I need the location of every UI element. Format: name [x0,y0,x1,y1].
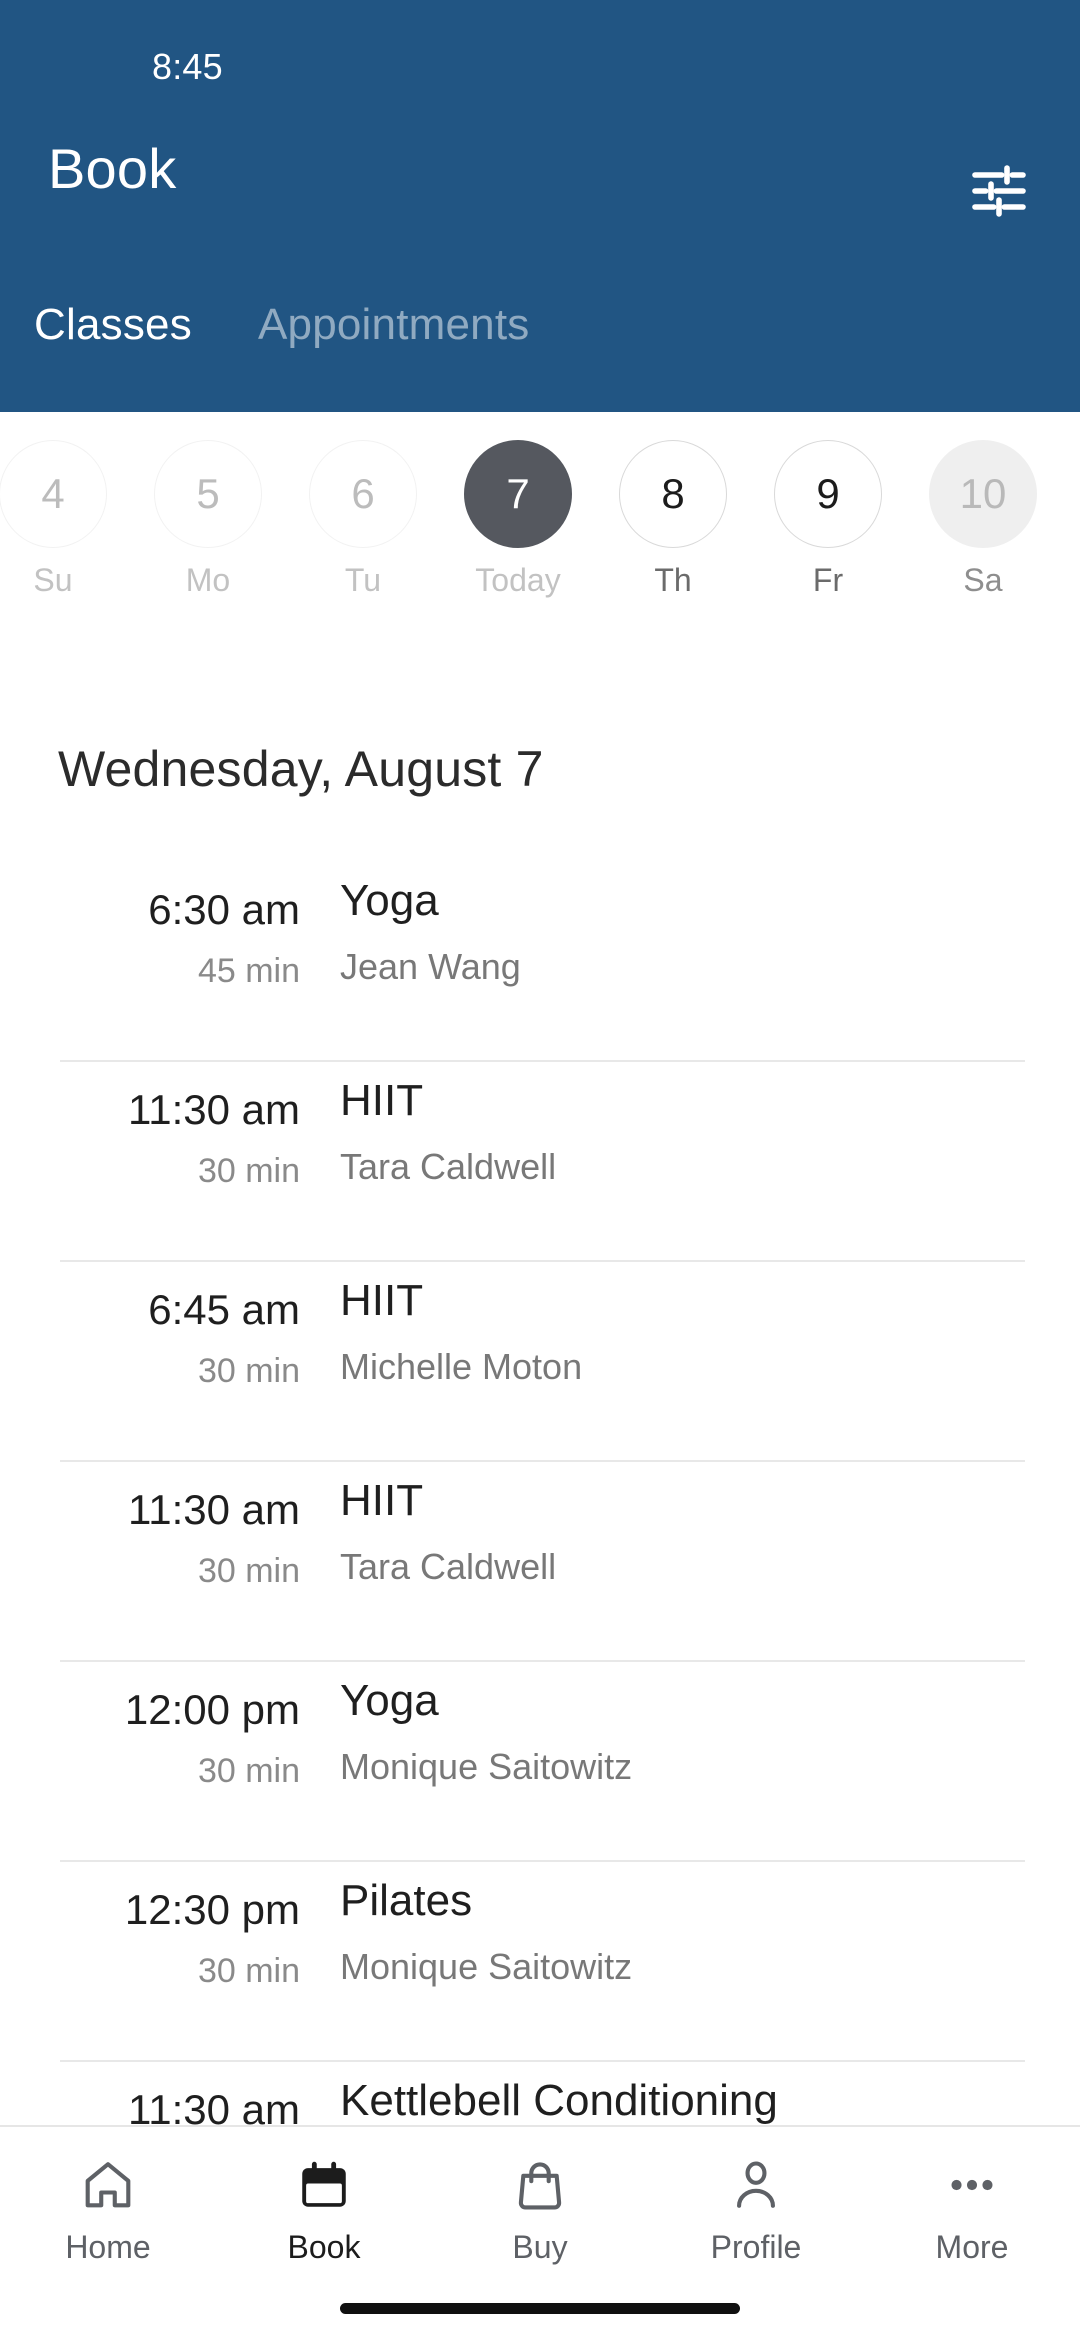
class-name: Yoga [340,1676,439,1725]
date-selector-strip[interactable]: 4 Su 5 Mo 6 Tu 7 Today 8 Th 9 Fr 10 Sa [0,412,1080,662]
date-cell-5[interactable]: 5 Mo [131,440,285,599]
class-duration: 30 min [197,1952,300,1990]
selected-date-heading: Wednesday, August 7 [58,741,544,797]
nav-item-label: Buy [512,2229,568,2265]
class-name: Yoga [340,876,439,925]
date-weekday-label: Sa [963,562,1003,598]
class-time: 6:30 am [148,886,300,933]
nav-item-book[interactable]: Book [216,2153,432,2266]
class-list-item[interactable]: Pilates 12:30 pm Monique Saitowitz 30 min [0,1862,1080,2062]
class-list[interactable]: Yoga 6:30 am Jean Wang 45 min HIIT 11:30 am Ta… [0,862,1080,2125]
class-instructor: Monique Saitowitz [340,1946,633,1987]
date-cell-4[interactable]: 4 Su [0,440,130,599]
class-time: 6:45 am [148,1286,300,1333]
date-weekday-label: Th [654,562,692,598]
class-list-item[interactable]: HIIT 6:45 am Michelle Moton 30 min [0,1262,1080,1462]
class-time: 12:30 pm [124,1886,300,1933]
class-list-item[interactable]: Kettlebell Conditioning 11:30 am [0,2062,1080,2125]
app-header: 8:45 Book Classes Appointments [0,0,1080,412]
class-list-item[interactable]: Yoga 6:30 am Jean Wang 45 min [0,862,1080,1062]
class-duration: 30 min [197,1352,300,1390]
shopping-bag-icon [432,2153,648,2217]
class-duration: 30 min [197,1152,300,1190]
nav-item-label: More [935,2229,1009,2265]
tune-icon [972,165,1026,217]
class-instructor: Jean Wang [340,946,521,987]
date-cell-6[interactable]: 6 Tu [286,440,440,599]
class-name: HIIT [340,1476,424,1525]
nav-item-profile[interactable]: Profile [648,2153,864,2266]
tab-classes[interactable]: Classes [34,300,192,350]
date-cell-10[interactable]: 10 Sa [906,440,1060,599]
home-icon [0,2153,216,2217]
nav-item-label: Book [287,2229,361,2265]
more-dots-icon [864,2153,1080,2217]
class-list-item[interactable]: Yoga 12:00 pm Monique Saitowitz 30 min [0,1662,1080,1862]
class-time: 12:00 pm [124,1686,300,1733]
date-number: 4 [0,440,107,548]
status-bar-clock: 8:45 [152,46,223,87]
filter-button[interactable] [960,152,1038,230]
date-number: 6 [309,440,417,548]
date-number: 9 [774,440,882,548]
class-duration: 45 min [197,952,300,990]
class-time: 11:30 am [128,1486,300,1533]
date-number: 7 [464,440,572,548]
class-list-item[interactable]: HIIT 11:30 am Tara Caldwell 30 min [0,1462,1080,1662]
nav-item-home[interactable]: Home [0,2153,216,2266]
person-icon [648,2153,864,2217]
class-name: HIIT [340,1276,424,1325]
class-time: 11:30 am [128,2086,300,2125]
class-instructor: Tara Caldwell [340,1546,557,1587]
class-name: HIIT [340,1076,424,1125]
date-number: 8 [619,440,727,548]
date-weekday-label: Tu [344,562,382,598]
date-weekday-label: Mo [185,562,231,598]
date-cell-9[interactable]: 9 Fr [751,440,905,599]
status-bar: 8:45 [0,0,1080,110]
page-title: Book [48,137,177,200]
calendar-icon [216,2153,432,2217]
bottom-navigation-bar[interactable]: Home Book Buy Profile More [0,2125,1080,2340]
date-number: 10 [929,440,1037,548]
class-duration: 30 min [197,1752,300,1790]
class-name: Pilates [340,1876,473,1925]
tab-bar: Classes Appointments [0,300,1080,410]
nav-item-buy[interactable]: Buy [432,2153,648,2266]
class-duration: 30 min [197,1552,300,1590]
date-cell-7[interactable]: 7 Today [441,440,595,599]
nav-item-more[interactable]: More [864,2153,1080,2266]
app-bar: Book [0,110,1080,260]
class-list-item[interactable]: HIIT 11:30 am Tara Caldwell 30 min [0,1062,1080,1262]
date-cell-8[interactable]: 8 Th [596,440,750,599]
date-weekday-label: Today [475,562,561,598]
tab-appointments[interactable]: Appointments [258,300,529,350]
date-number: 5 [154,440,262,548]
class-instructor: Tara Caldwell [340,1146,557,1187]
class-time: 11:30 am [128,1086,300,1133]
date-weekday-label: Su [33,562,73,598]
class-instructor: Monique Saitowitz [340,1746,633,1787]
class-name: Kettlebell Conditioning [340,2076,778,2125]
date-weekday-label: Fr [812,562,844,598]
nav-item-label: Home [65,2229,151,2265]
nav-item-label: Profile [710,2229,802,2265]
class-instructor: Michelle Moton [340,1346,583,1387]
app-screen: 8:45 Book Classes Appointments 4 Su 5 Mo… [0,0,1080,2340]
home-indicator [340,2303,740,2314]
